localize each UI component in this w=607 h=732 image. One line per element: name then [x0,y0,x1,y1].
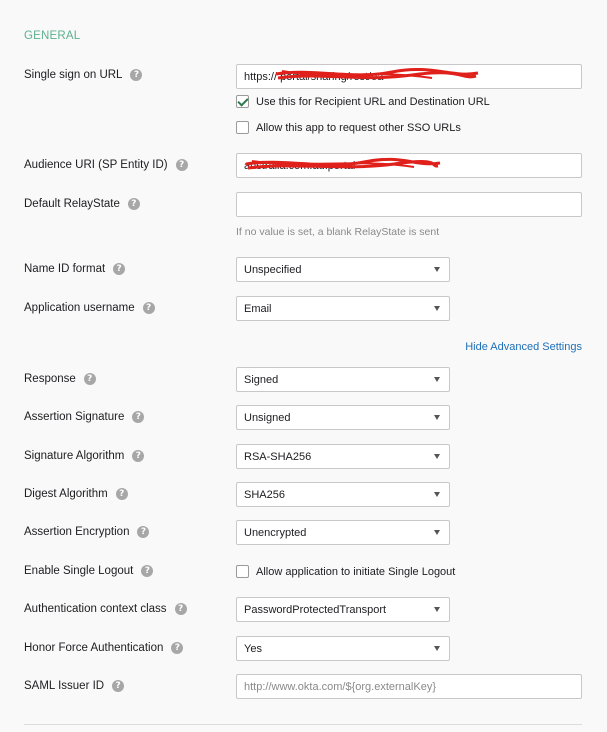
digest-algorithm-label-text: Digest Algorithm [24,488,108,500]
assertion-encryption-label-text: Assertion Encryption [24,526,130,538]
chevron-down-icon [434,377,440,382]
divider [24,724,582,725]
digest-algorithm-label: Digest Algorithm ? [24,488,128,500]
auth-context-value: PasswordProtectedTransport [244,603,387,616]
relay-state-input[interactable] [236,192,582,217]
relay-state-label: Default RelayState ? [24,198,140,210]
auth-context-label-text: Authentication context class [24,603,167,615]
recipient-url-checkbox-label: Use this for Recipient URL and Destinati… [256,95,490,108]
recipient-url-checkbox[interactable] [236,95,249,108]
assertion-signature-value: Unsigned [244,411,291,424]
single-logout-option[interactable]: Allow application to initiate Single Log… [236,565,455,578]
auth-context-select[interactable]: PasswordProtectedTransport [236,597,450,622]
section-title: GENERAL [24,30,81,42]
sso-url-label-text: Single sign on URL [24,69,123,81]
sso-url-input[interactable]: https:// portal/sharing/rest/oa [236,64,582,89]
assertion-signature-label-text: Assertion Signature [24,411,125,423]
chevron-down-icon [434,607,440,612]
chevron-down-icon [434,306,440,311]
chevron-down-icon [434,530,440,535]
single-logout-label: Enable Single Logout ? [24,565,154,577]
help-icon[interactable]: ? [142,302,155,314]
signature-algorithm-value: RSA-SHA256 [244,450,312,463]
signature-algorithm-label-text: Signature Algorithm [24,450,125,462]
hide-advanced-settings-link[interactable]: Hide Advanced Settings [465,341,582,353]
name-id-format-select[interactable]: Unspecified [236,257,450,282]
help-icon[interactable]: ? [113,263,126,275]
honor-force-auth-select[interactable]: Yes [236,636,450,661]
signature-algorithm-label: Signature Algorithm ? [24,450,145,462]
help-icon[interactable]: ? [174,603,187,615]
single-logout-label-text: Enable Single Logout [24,565,134,577]
help-icon[interactable]: ? [137,526,150,538]
digest-algorithm-select[interactable]: SHA256 [236,482,450,507]
chevron-down-icon [434,267,440,272]
app-username-select[interactable]: Email [236,296,450,321]
saml-issuer-label-text: SAML Issuer ID [24,680,105,692]
help-icon[interactable]: ? [115,488,128,500]
response-select[interactable]: Signed [236,367,450,392]
audience-uri-label: Audience URI (SP Entity ID) ? [24,159,188,171]
chevron-down-icon [434,415,440,420]
saml-issuer-label: SAML Issuer ID ? [24,680,125,692]
digest-algorithm-value: SHA256 [244,488,285,501]
help-icon[interactable]: ? [127,198,140,210]
recipient-url-option[interactable]: Use this for Recipient URL and Destinati… [236,95,490,108]
chevron-down-icon [434,646,440,651]
audience-uri-label-text: Audience URI (SP Entity ID) [24,159,168,171]
app-username-value: Email [244,302,272,315]
assertion-encryption-select[interactable]: Unencrypted [236,520,450,545]
help-icon[interactable]: ? [132,411,145,423]
help-icon[interactable]: ? [83,373,96,385]
single-logout-checkbox-label: Allow application to initiate Single Log… [256,565,456,578]
response-label: Response ? [24,373,96,385]
help-icon[interactable]: ? [175,159,188,171]
help-icon[interactable]: ? [141,565,154,577]
help-icon[interactable]: ? [132,450,145,462]
saml-issuer-input[interactable]: http://www.okta.com/${org.externalKey} [236,674,582,699]
help-icon[interactable]: ? [130,69,143,81]
chevron-down-icon [434,454,440,459]
single-logout-checkbox[interactable] [236,565,249,578]
audience-uri-input[interactable]: australia.com.au.portal [236,153,582,178]
response-value: Signed [244,373,279,386]
relay-state-label-text: Default RelayState [24,198,120,210]
auth-context-label: Authentication context class ? [24,603,187,615]
honor-force-auth-label: Honor Force Authentication ? [24,642,184,654]
help-icon[interactable]: ? [112,680,125,692]
help-icon[interactable]: ? [171,642,184,654]
relay-state-hint: If no value is set, a blank RelayState i… [236,226,440,238]
app-username-label: Application username ? [24,302,155,314]
other-sso-option[interactable]: Allow this app to request other SSO URLs [236,121,461,134]
name-id-format-label-text: Name ID format [24,263,106,275]
name-id-format-value: Unspecified [244,263,302,276]
honor-force-auth-value: Yes [244,642,262,655]
assertion-encryption-value: Unencrypted [244,526,307,539]
sso-url-label: Single sign on URL ? [24,69,143,81]
chevron-down-icon [434,492,440,497]
signature-algorithm-select[interactable]: RSA-SHA256 [236,444,450,469]
response-label-text: Response [24,373,76,385]
assertion-signature-label: Assertion Signature ? [24,411,145,423]
other-sso-checkbox-label: Allow this app to request other SSO URLs [256,121,461,134]
honor-force-auth-label-text: Honor Force Authentication [24,642,164,654]
app-username-label-text: Application username [24,302,135,314]
other-sso-checkbox[interactable] [236,121,249,134]
assertion-encryption-label: Assertion Encryption ? [24,526,150,538]
assertion-signature-select[interactable]: Unsigned [236,405,450,430]
name-id-format-label: Name ID format ? [24,263,126,275]
